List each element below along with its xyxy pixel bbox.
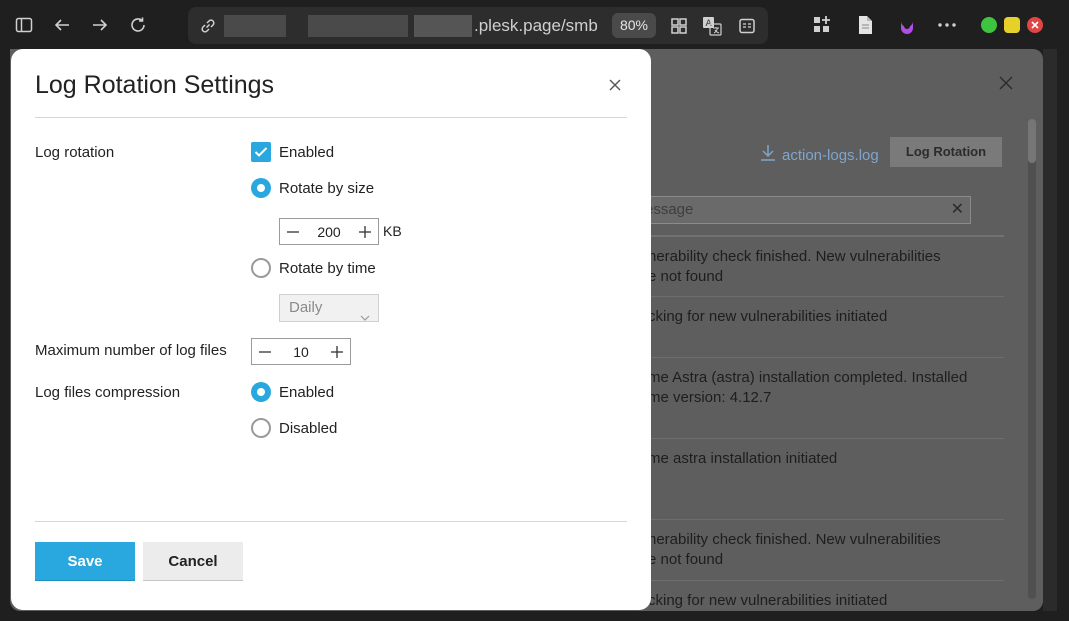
close-icon[interactable] (998, 75, 1014, 91)
log-entry-text: nerability check finished. New vulnerabi… (648, 248, 941, 265)
close-icon[interactable] (607, 77, 623, 93)
decrement-icon[interactable] (280, 219, 306, 244)
reader-mode-icon[interactable] (736, 15, 758, 37)
url-text: .plesk.page/smb (474, 16, 598, 35)
log-entry-text: e not found (648, 268, 724, 285)
log-entry-text: cking for new vulnerabilities initiated (648, 308, 888, 325)
log-entry-row: nerability check finished. New vulnerabi… (630, 519, 1004, 580)
rotate-by-time-radio[interactable]: Rotate by time (251, 258, 376, 278)
scrollbar-thumb[interactable] (1028, 119, 1036, 163)
radio-label: Rotate by time (279, 259, 376, 277)
log-entry-text: me astra installation initiated (648, 450, 838, 467)
dialog-title: Log Rotation Settings (35, 71, 275, 99)
log-entry-row: me Astra (astra) installation completed.… (630, 357, 1004, 438)
decrement-icon[interactable] (252, 339, 278, 364)
cancel-button[interactable]: Cancel (143, 542, 243, 581)
rotation-period-select[interactable]: Daily (279, 294, 379, 322)
divider (35, 521, 627, 522)
log-rotation-enabled-checkbox[interactable]: Enabled (251, 142, 334, 162)
redacted-url-segment (414, 15, 472, 37)
max-files-value[interactable]: 10 (278, 344, 324, 360)
clear-search-icon[interactable]: ✕ (951, 197, 964, 223)
checkbox-label: Enabled (279, 143, 335, 161)
log-rotation-dialog: Log Rotation Settings Log rotation Enabl… (11, 49, 651, 610)
log-entry-text: e not found (648, 551, 724, 568)
increment-icon[interactable] (352, 219, 378, 244)
select-value: Daily (289, 299, 323, 316)
log-entry-text: nerability check finished. New vulnerabi… (648, 531, 941, 548)
redacted-url-segment (224, 15, 286, 37)
log-entry-text: me version: 4.12.7 (648, 389, 772, 406)
increment-icon[interactable] (324, 339, 350, 364)
download-icon (760, 144, 776, 166)
radio-selected-icon[interactable] (251, 178, 271, 198)
window-edge (1043, 49, 1057, 611)
log-entry-row: cking for new vulnerabilities initiated (630, 296, 1004, 357)
window-close-button[interactable] (1027, 17, 1043, 33)
checkbox-checked-icon[interactable] (251, 142, 271, 162)
add-to-collections-icon[interactable] (809, 12, 835, 38)
log-entry-text: cking for new vulnerabilities initiated (648, 592, 888, 609)
chevron-down-icon (360, 304, 370, 330)
size-value[interactable]: 200 (306, 224, 352, 240)
rotate-by-size-radio[interactable]: Rotate by size (251, 178, 374, 198)
search-placeholder: essage (645, 201, 694, 218)
compression-disabled-radio[interactable]: Disabled (251, 418, 337, 438)
address-bar[interactable]: .plesk.page/smb 80% A (188, 7, 768, 44)
grid-apps-icon[interactable] (668, 15, 690, 37)
max-log-files-label: Maximum number of log files (35, 342, 227, 359)
radio-label: Disabled (279, 419, 338, 437)
log-rotation-button[interactable]: Log Rotation (890, 137, 1002, 167)
window-maximize-button[interactable] (1004, 17, 1020, 33)
log-entry-row: cking for new vulnerabilities initiated (630, 580, 1004, 611)
forward-icon[interactable] (87, 12, 113, 38)
size-stepper[interactable]: 200 (279, 218, 379, 245)
divider (35, 117, 627, 118)
max-files-stepper[interactable]: 10 (251, 338, 351, 365)
scrollbar[interactable] (1028, 119, 1036, 599)
download-log-link[interactable]: action-logs.log (760, 144, 879, 166)
zoom-indicator[interactable]: 80% (612, 13, 656, 38)
log-rotation-label: Log rotation (35, 144, 115, 161)
size-unit: KB (383, 223, 402, 239)
browser-toolbar: .plesk.page/smb 80% A (0, 0, 1069, 50)
back-icon[interactable] (49, 12, 75, 38)
save-button[interactable]: Save (35, 542, 135, 581)
compression-label: Log files compression (35, 384, 181, 401)
radio-selected-icon[interactable] (251, 382, 271, 402)
download-link-label: action-logs.log (782, 146, 879, 164)
site-info-icon[interactable] (197, 15, 219, 37)
reload-icon[interactable] (125, 12, 151, 38)
more-menu-icon[interactable] (934, 12, 960, 38)
extension-icon[interactable] (894, 12, 920, 38)
log-entry-row: me astra installation initiated (630, 438, 1004, 519)
sidebar-toggle-icon[interactable] (11, 12, 37, 38)
radio-label: Enabled (279, 383, 335, 401)
translate-icon[interactable]: A (701, 15, 723, 37)
log-entry-row: nerability check finished. New vulnerabi… (630, 235, 1004, 297)
log-entry-text: me Astra (astra) installation completed.… (648, 369, 968, 386)
redacted-url-segment (308, 15, 408, 37)
document-icon[interactable] (852, 12, 878, 38)
search-input[interactable]: essage ✕ (640, 196, 971, 224)
compression-enabled-radio[interactable]: Enabled (251, 382, 334, 402)
radio-unselected-icon[interactable] (251, 418, 271, 438)
radio-unselected-icon[interactable] (251, 258, 271, 278)
window-minimize-button[interactable] (981, 17, 997, 33)
radio-label: Rotate by size (279, 179, 375, 197)
